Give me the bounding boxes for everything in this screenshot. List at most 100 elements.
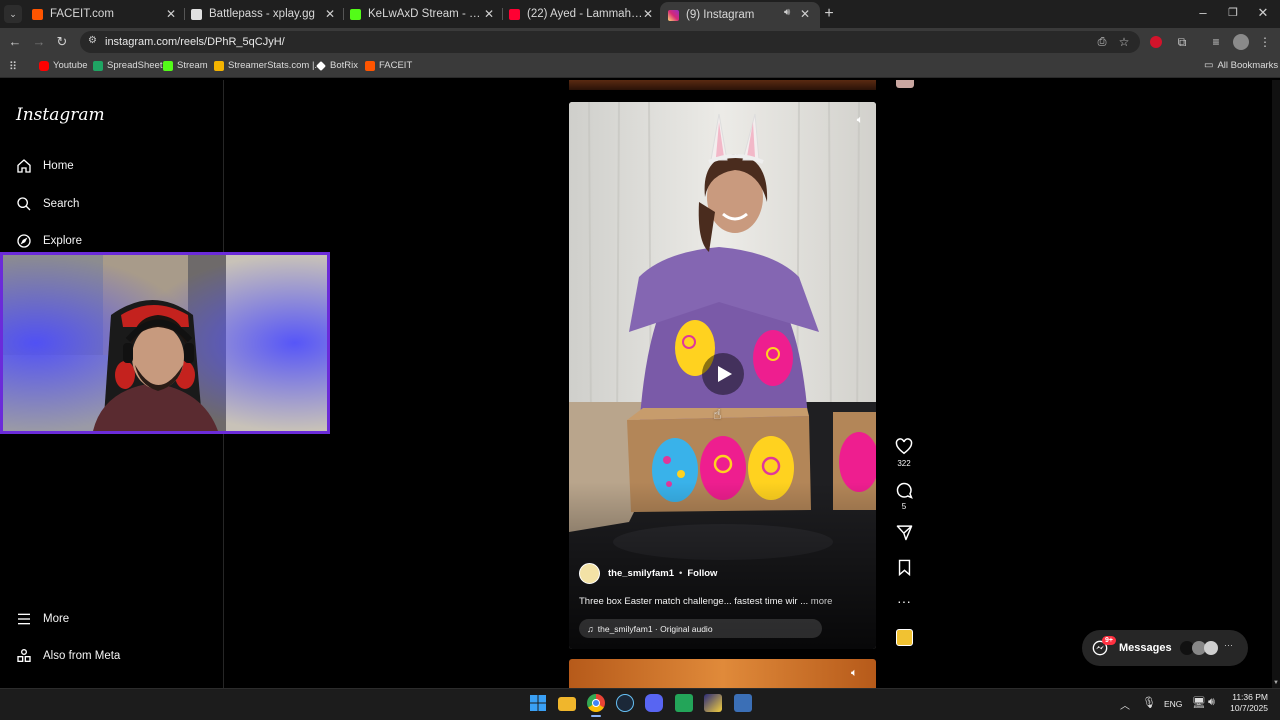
- url-text[interactable]: instagram.com/reels/DPhR_5qCJyH/: [105, 36, 285, 48]
- close-tab-icon[interactable]: ✕: [323, 7, 337, 21]
- mute-toggle[interactable]: 🔈︎: [851, 667, 858, 680]
- share-button[interactable]: [894, 524, 914, 546]
- bookmark-spreadsheet[interactable]: SpreadSheet: [93, 60, 162, 71]
- tab-instagram[interactable]: (9) Instagram 🔊︎ ✕: [660, 2, 820, 28]
- close-tab-icon[interactable]: ✕: [798, 7, 812, 21]
- restore-button[interactable]: ❐: [1226, 4, 1240, 22]
- tab-xplay[interactable]: Battlepass - xplay.gg ✕: [191, 3, 337, 25]
- webcam-feed: [3, 255, 327, 431]
- instagram-logo[interactable]: Instagram: [16, 105, 105, 125]
- bookmark-stream[interactable]: Stream: [163, 60, 208, 71]
- install-app-icon[interactable]: ⎙: [1094, 33, 1110, 51]
- nav-explore[interactable]: Explore: [16, 233, 82, 249]
- new-tab-button[interactable]: +: [821, 5, 837, 23]
- tab-strip: ⌄ FACEIT.com ✕ Battlepass - xplay.gg ✕ K…: [0, 0, 1280, 28]
- nav-search[interactable]: Search: [16, 196, 79, 212]
- nav-label: Also from Meta: [43, 650, 121, 662]
- chrome-icon[interactable]: [587, 694, 605, 712]
- minimize-button[interactable]: –: [1196, 4, 1210, 22]
- profile-avatar[interactable]: [1233, 34, 1249, 50]
- bookmark-label: FACEIT: [379, 60, 413, 71]
- messages-button[interactable]: 9+ Messages ···: [1082, 630, 1248, 666]
- all-bookmarks[interactable]: ▭ All Bookmarks: [1204, 60, 1278, 71]
- nav-more[interactable]: More: [16, 611, 69, 627]
- youtube-icon: [39, 60, 49, 71]
- nav-home[interactable]: Home: [16, 158, 74, 174]
- previous-reel-avatar[interactable]: [896, 80, 914, 88]
- bookmark-streamerstats[interactable]: StreamerStats.com |...: [214, 60, 322, 71]
- next-reel-preview[interactable]: 🔈︎: [569, 659, 876, 688]
- lightshot-icon[interactable]: [704, 694, 722, 712]
- separator-dot: •: [679, 568, 683, 579]
- save-button[interactable]: [894, 559, 914, 581]
- home-icon: [17, 159, 31, 173]
- faceit-icon: [365, 60, 375, 71]
- nav-also-from-meta[interactable]: Also from Meta: [16, 648, 120, 664]
- mute-toggle[interactable]: 🔈︎: [851, 111, 869, 129]
- comment-icon: [896, 482, 913, 499]
- bookmark-youtube[interactable]: Youtube: [39, 60, 88, 71]
- close-tab-icon[interactable]: ✕: [482, 7, 496, 21]
- media-control-icon[interactable]: ≡: [1208, 33, 1224, 51]
- forward-button[interactable]: →: [30, 33, 48, 51]
- address-bar[interactable]: ⚙ instagram.com/reels/DPhR_5qCJyH/: [80, 31, 1140, 53]
- extensions-icon[interactable]: ⧉: [1174, 33, 1190, 51]
- author-username[interactable]: the_smilyfam1: [608, 568, 674, 579]
- tab-faceit[interactable]: FACEIT.com ✕: [32, 3, 178, 25]
- scrollbar-down-arrow[interactable]: ▼: [1273, 680, 1279, 686]
- control-panel-icon[interactable]: [734, 694, 752, 712]
- tab-title: (9) Instagram: [686, 9, 755, 21]
- sheets-icon: [93, 60, 103, 71]
- play-button[interactable]: [702, 353, 744, 395]
- author-avatar[interactable]: [579, 563, 600, 584]
- language-indicator[interactable]: ENG: [1164, 699, 1182, 709]
- audio-pill[interactable]: ♫ the_smilyfam1 · Original audio: [579, 619, 822, 638]
- close-tab-icon[interactable]: ✕: [641, 7, 655, 21]
- nav-label: More: [43, 613, 70, 625]
- tab-search-button[interactable]: ⌄: [4, 5, 22, 23]
- kick-app-icon[interactable]: [675, 694, 693, 712]
- botrix-icon: [316, 60, 326, 71]
- follow-button[interactable]: Follow: [687, 568, 717, 579]
- folder-icon: ▭: [1204, 60, 1214, 71]
- bookmark-faceit[interactable]: FACEIT: [365, 60, 412, 71]
- site-info-icon[interactable]: ⚙: [88, 35, 97, 46]
- bookmark-label: StreamerStats.com |...: [228, 60, 323, 71]
- stats-icon: [214, 60, 224, 71]
- show-hidden-icons[interactable]: ︿: [1120, 697, 1130, 712]
- tab-youtube[interactable]: (22) Ayed - Lammah (Official Ly ✕: [509, 3, 655, 25]
- windows-taskbar: [0, 688, 1280, 720]
- comment-button[interactable]: [894, 481, 914, 504]
- extension-red-icon[interactable]: [1150, 36, 1162, 48]
- windows-start-icon[interactable]: [529, 694, 547, 712]
- microphone-icon[interactable]: 🎙︎: [1142, 696, 1156, 709]
- tab-title: (22) Ayed - Lammah (Official Ly: [527, 8, 645, 20]
- play-icon: [718, 366, 732, 382]
- close-window-button[interactable]: ✕: [1256, 4, 1270, 22]
- bookmark-botrix[interactable]: BotRix: [316, 60, 358, 71]
- menu-icon[interactable]: ⋮: [1258, 33, 1272, 51]
- like-button[interactable]: [894, 438, 914, 460]
- tab-kick-stream[interactable]: KeLwAxD Stream - Watch Live o ✕: [350, 3, 496, 25]
- volume-icon[interactable]: 🔊︎: [1208, 696, 1215, 709]
- bookmark-star-icon[interactable]: ☆: [1116, 33, 1132, 51]
- caption-more-link[interactable]: more: [811, 596, 833, 607]
- steam-icon[interactable]: [616, 694, 634, 712]
- more-options-button[interactable]: ···: [894, 593, 914, 609]
- speaker-icon[interactable]: 🔊︎: [784, 7, 790, 18]
- discord-icon[interactable]: [645, 694, 663, 712]
- instagram-icon: [668, 9, 679, 21]
- file-explorer-icon[interactable]: [558, 697, 576, 711]
- audio-thumbnail[interactable]: [896, 629, 913, 646]
- reel-video[interactable]: 🔈︎ the_smilyfam1 • Follow Three box East…: [569, 102, 876, 649]
- page-scrollbar[interactable]: ▼: [1272, 80, 1280, 688]
- reload-button[interactable]: ↻: [53, 33, 71, 51]
- clock[interactable]: 11:36 PM 10/7/2025: [1226, 692, 1268, 714]
- apps-grid-icon[interactable]: ⠿: [6, 58, 20, 76]
- network-icon[interactable]: 🖥︎: [1192, 696, 1206, 709]
- mouse-cursor: ☝︎: [713, 406, 722, 422]
- previous-reel-preview[interactable]: [569, 80, 876, 90]
- close-tab-icon[interactable]: ✕: [164, 7, 178, 21]
- bookmark-label: All Bookmarks: [1217, 60, 1279, 71]
- back-button[interactable]: ←: [6, 33, 24, 51]
